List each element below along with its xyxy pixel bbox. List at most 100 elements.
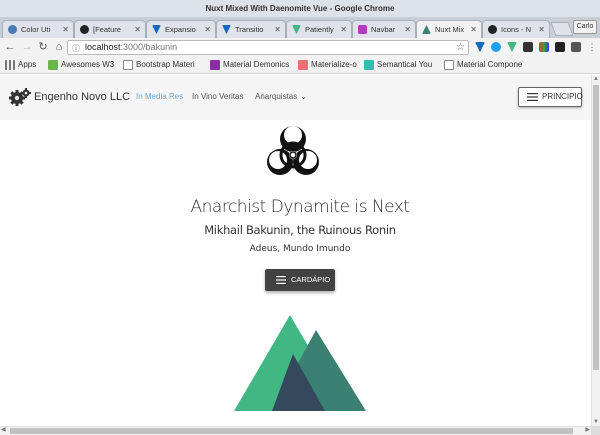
bookmark-semantical[interactable]: Semantical You: [364, 59, 432, 71]
tab-feature[interactable]: [Feature ✕: [74, 20, 146, 38]
back-icon[interactable]: ←: [3, 40, 17, 54]
puzzle-extension-icon[interactable]: [523, 42, 533, 52]
apps-grid-icon: [5, 60, 15, 70]
materialize-icon: [298, 60, 308, 70]
horizontal-scrollbar[interactable]: ◀ ▶: [0, 426, 591, 435]
nav-link-in-vino-veritas[interactable]: In Vino Veritas: [192, 90, 243, 104]
twitter-extension-icon[interactable]: [491, 42, 501, 52]
dark-extension-icon[interactable]: [555, 42, 565, 52]
principio-label: PRINCIPIO: [542, 92, 583, 101]
horizontal-scroll-thumb[interactable]: [10, 428, 573, 434]
tab-label: [Feature: [93, 25, 121, 34]
menu-lines-icon: [527, 93, 538, 101]
vuetify-icon: [152, 25, 161, 34]
bookmark-materialize[interactable]: Materialize-o: [298, 59, 357, 71]
scroll-up-icon[interactable]: ▲: [593, 76, 599, 82]
nav-dropdown-anarquistas[interactable]: Anarquistas ⌄: [255, 90, 307, 104]
bookmark-label: Bootstrap Materi: [136, 60, 195, 69]
bookmark-label: Material Compone: [457, 60, 523, 69]
bookmark-label: Materialize-o: [311, 60, 357, 69]
bookmark-material-demonics[interactable]: Material Demonics: [210, 59, 289, 71]
materialize-icon: [358, 25, 367, 34]
cardapio-button[interactable]: CARDÁPIO: [265, 269, 335, 291]
tab-label: Expansio: [165, 25, 196, 34]
vue-icon: [292, 25, 301, 34]
scroll-down-icon[interactable]: ▼: [593, 419, 599, 425]
menu-icon[interactable]: ⋮: [585, 40, 599, 54]
github-icon: [80, 25, 89, 34]
vertical-scrollbar[interactable]: ▲ ▼: [591, 75, 600, 426]
url-host: localhost: [85, 42, 121, 52]
reload-icon[interactable]: ↻: [36, 40, 50, 54]
home-icon[interactable]: ⌂: [52, 40, 66, 54]
tab-label: Transitio: [235, 25, 264, 34]
tab-label: Color Uti: [21, 25, 51, 34]
tab-transition[interactable]: Transitio ✕: [216, 20, 286, 38]
vuetify-icon: [222, 25, 231, 34]
brand[interactable]: Engenho Novo LLC: [8, 87, 130, 107]
github-icon: [488, 25, 497, 34]
bookmark-awesomes-w3[interactable]: Awesomes W3: [48, 59, 114, 71]
tab-icons[interactable]: Icons - N ✕: [482, 20, 550, 38]
principio-button[interactable]: PRINCIPIO: [518, 87, 583, 107]
window-title: Nuxt Mixed With Daenomite Vue - Google C…: [0, 0, 600, 17]
tab-label: Navbar: [371, 25, 396, 34]
app-bar: Engenho Novo LLC In Media Res In Vino Ve…: [0, 75, 591, 120]
close-icon[interactable]: ✕: [470, 21, 477, 38]
bookmark-label: Apps: [18, 60, 37, 69]
hero-title: Anarchist Dynamite is Next: [190, 197, 410, 217]
tab-nuxt-mixed[interactable]: Nuxt Mix ✕: [416, 20, 482, 38]
tab-strip: Color Uti ✕ [Feature ✕ Expansio ✕ Transi…: [0, 17, 600, 38]
gears-icon: [9, 88, 31, 106]
close-icon[interactable]: ✕: [62, 21, 69, 38]
brand-name: Engenho Novo LLC: [34, 91, 131, 103]
w3-icon: [48, 60, 58, 70]
bookmark-label: Awesomes W3: [61, 60, 115, 69]
star-icon[interactable]: ☆: [456, 41, 465, 54]
nuxt-logo: [234, 315, 366, 411]
tab-navbar[interactable]: Navbar ✕: [352, 20, 416, 38]
biohazard-icon: [267, 126, 319, 175]
vuetify-extension-icon[interactable]: [475, 42, 485, 52]
nav-dropdown-label: Anarquistas: [255, 92, 298, 101]
close-icon[interactable]: ✕: [404, 21, 411, 38]
close-icon[interactable]: ✕: [134, 21, 141, 38]
material-icon: [210, 60, 220, 70]
bookmark-apps[interactable]: Apps: [5, 59, 36, 71]
nuxt-icon: [422, 25, 431, 34]
vue-extension-icon[interactable]: [507, 42, 517, 52]
close-icon[interactable]: ✕: [340, 21, 347, 38]
profile-button[interactable]: Carlo: [573, 20, 597, 34]
vertical-scroll-thumb[interactable]: [593, 85, 599, 370]
tab-patiently[interactable]: Patiently ✕: [286, 20, 352, 38]
bookmark-label: Semantical You: [377, 60, 433, 69]
close-icon[interactable]: ✕: [204, 21, 211, 38]
info-icon[interactable]: ⓘ: [72, 42, 80, 55]
forward-icon[interactable]: →: [20, 40, 34, 54]
tab-label: Icons - N: [501, 25, 532, 34]
cardapio-label: CARDÁPIO: [291, 275, 331, 284]
colorpicker-extension-icon[interactable]: [539, 42, 549, 52]
new-tab-button[interactable]: [550, 22, 574, 36]
bookmark-material-components[interactable]: Material Compone: [444, 59, 522, 71]
address-bar[interactable]: ⓘ localhost:3000/bakunin ☆: [67, 40, 469, 55]
bookmarks-bar: Apps Awesomes W3 Bootstrap Materi Materi…: [0, 57, 600, 74]
screenshot-extension-icon[interactable]: [571, 42, 581, 52]
tab-label: Patiently: [305, 25, 334, 34]
chevron-down-icon: ⌄: [300, 92, 307, 101]
page-content: Engenho Novo LLC In Media Res In Vino Ve…: [0, 75, 591, 426]
close-icon[interactable]: ✕: [538, 21, 545, 38]
scroll-left-icon[interactable]: ◀: [1, 426, 6, 433]
gear-icon: [8, 25, 17, 34]
tab-label: Nuxt Mix: [435, 25, 465, 34]
bookmark-bootstrap-material[interactable]: Bootstrap Materi: [123, 59, 195, 71]
tab-expansion[interactable]: Expansio ✕: [146, 20, 216, 38]
page-icon: [444, 60, 454, 70]
url-path: :3000/bakunin: [120, 42, 178, 52]
hero-tagline: Adeus, Mundo Imundo: [249, 244, 351, 254]
close-icon[interactable]: ✕: [274, 21, 281, 38]
tab-color-util[interactable]: Color Uti ✕: [2, 20, 74, 38]
scroll-right-icon[interactable]: ▶: [585, 426, 590, 433]
nav-link-in-media-res[interactable]: In Media Res: [136, 90, 183, 104]
semantic-icon: [364, 60, 374, 70]
